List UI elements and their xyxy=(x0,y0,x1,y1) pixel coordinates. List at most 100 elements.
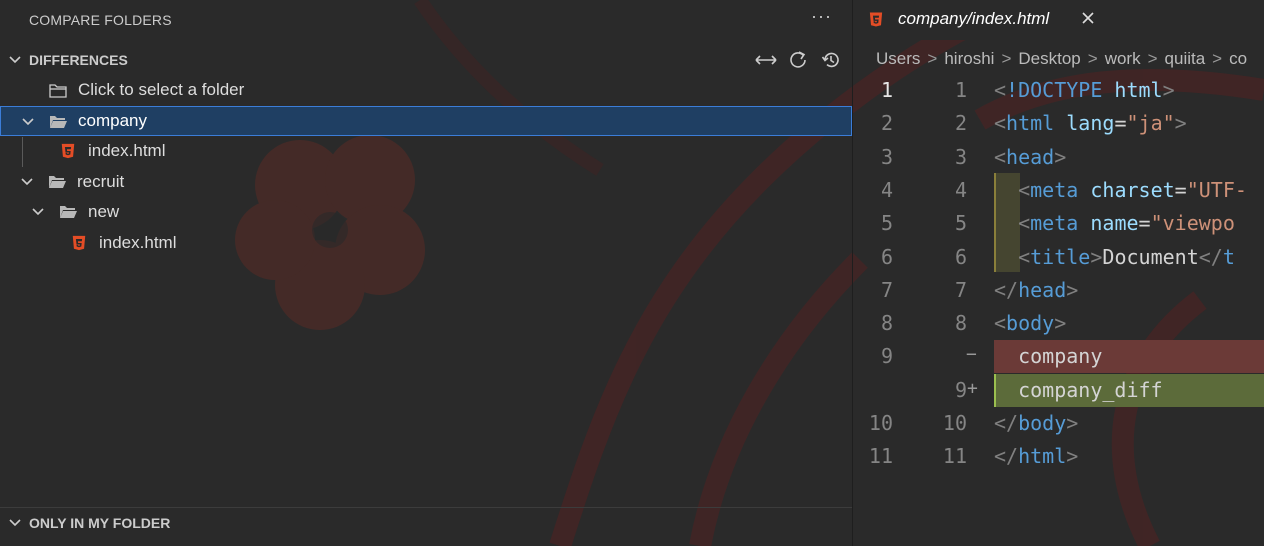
line-number-modified: 2 xyxy=(954,111,967,136)
refresh-icon[interactable] xyxy=(786,48,810,72)
added-line[interactable]: 9 + company_diff xyxy=(853,373,1264,407)
line-number-original: 9 xyxy=(880,344,893,369)
code-text: </html> xyxy=(994,444,1079,469)
breadcrumb-separator: > xyxy=(1212,49,1223,68)
breadcrumb-separator: > xyxy=(1147,49,1158,68)
tree-item-label: index.html xyxy=(99,233,177,252)
more-actions-icon[interactable]: ··· xyxy=(811,6,832,27)
code-line[interactable]: 8 8 <body> xyxy=(853,307,1264,340)
plus-icon: + xyxy=(967,377,978,399)
code-line[interactable]: 7 7 </head> xyxy=(853,274,1264,307)
breadcrumb-item[interactable]: co xyxy=(1229,49,1247,68)
breadcrumb: Users > hiroshi > Desktop > work > quiita > co xyxy=(876,49,1247,69)
tree-item-company-index-html[interactable]: index.html xyxy=(0,136,852,166)
differences-actions xyxy=(752,45,852,75)
chevron-down-icon xyxy=(9,519,21,527)
line-number-modified: 1 xyxy=(954,78,967,102)
tree-item-label: index.html xyxy=(88,141,166,160)
code-line[interactable]: 5 5 <meta name="viewpo xyxy=(853,207,1264,240)
line-number-modified: 11 xyxy=(942,444,967,469)
line-number-original: 2 xyxy=(880,111,893,136)
folder-select-icon xyxy=(49,84,67,98)
chevron-down-icon xyxy=(22,118,34,126)
code-text: <head> xyxy=(994,144,1067,169)
tree-item-company[interactable]: company xyxy=(0,106,852,136)
sidebar-title: COMPARE FOLDERS xyxy=(29,12,172,28)
code-text: <body> xyxy=(994,311,1067,336)
tree-item-new[interactable]: new xyxy=(0,197,852,227)
folder-open-icon xyxy=(60,206,77,218)
line-number-modified: 8 xyxy=(954,311,967,336)
editor-tab[interactable]: company/index.html xyxy=(853,0,1107,40)
sidebar-header: COMPARE FOLDERS ··· xyxy=(0,0,852,40)
line-number-original: 7 xyxy=(880,277,893,302)
differences-label: DIFFERENCES xyxy=(29,52,128,68)
code-text: company xyxy=(994,344,1103,369)
code-line[interactable]: 3 3 <head> xyxy=(853,141,1264,174)
breadcrumb-separator: > xyxy=(927,49,938,68)
line-number-original: 8 xyxy=(880,311,893,336)
html5-file-icon xyxy=(869,12,883,27)
code-text: <!DOCTYPE html> xyxy=(994,78,1175,102)
breadcrumb-item[interactable]: work xyxy=(1105,49,1141,68)
removed-line[interactable]: 9 − company xyxy=(853,340,1264,374)
breadcrumb-item[interactable]: hiroshi xyxy=(944,49,994,68)
line-number-modified: 3 xyxy=(954,144,967,169)
select-folder-label: Click to select a folder xyxy=(78,80,245,99)
folder-open-icon xyxy=(50,116,67,128)
code-text: </body> xyxy=(994,411,1079,435)
tree-item-new-index-html[interactable]: index.html xyxy=(0,228,852,258)
history-icon[interactable] xyxy=(819,48,843,72)
code-text: <meta name="viewpo xyxy=(1018,211,1235,236)
tree-item-label: new xyxy=(88,202,120,221)
breadcrumb-item[interactable]: Users xyxy=(876,49,920,68)
swap-icon[interactable] xyxy=(754,48,778,72)
line-number-modified: 4 xyxy=(954,177,967,202)
code-line[interactable]: 1 1 <!DOCTYPE html> xyxy=(853,74,1264,107)
folder-open-icon xyxy=(49,176,66,188)
compare-folders-sidebar: COMPARE FOLDERS ··· DIFFERENCES Click to… xyxy=(0,0,853,546)
code-line[interactable]: 2 2 <html lang="ja"> xyxy=(853,107,1264,140)
line-number-original: 3 xyxy=(880,144,893,169)
diff-editor: company/index.html Users > hiroshi > Desktop… xyxy=(853,0,1264,546)
close-icon[interactable] xyxy=(1080,10,1096,26)
breadcrumb-separator: > xyxy=(1001,49,1012,68)
code-line[interactable]: 4 4 <meta charset="UTF- xyxy=(853,174,1264,207)
differences-section-header[interactable]: DIFFERENCES xyxy=(0,45,852,75)
line-number-modified: 7 xyxy=(954,277,967,302)
code-text: </head> xyxy=(994,277,1079,302)
code-text: <meta charset="UTF- xyxy=(1018,177,1247,202)
code-line[interactable]: 6 6 <title>Document</t xyxy=(853,241,1264,274)
html5-file-icon xyxy=(61,143,75,159)
line-number-original: 6 xyxy=(880,244,893,269)
code-text: <title>Document</t xyxy=(1018,244,1235,269)
breadcrumb-item[interactable]: quiita xyxy=(1165,49,1206,68)
chevron-down-icon xyxy=(32,208,44,216)
only-in-my-folder-label: ONLY IN MY FOLDER xyxy=(29,515,171,531)
code-line[interactable]: 11 11 </html> xyxy=(853,440,1264,473)
code-text: <html lang="ja"> xyxy=(994,111,1187,136)
tab-title: company/index.html xyxy=(898,9,1050,28)
line-number-modified: 5 xyxy=(954,211,967,236)
line-number-original: 5 xyxy=(880,211,893,236)
html5-file-icon xyxy=(72,235,86,251)
breadcrumb-separator: > xyxy=(1087,49,1098,68)
code-text: company_diff xyxy=(994,377,1163,402)
tree-item-label: recruit xyxy=(77,172,125,191)
tree-item-label: company xyxy=(78,111,147,130)
only-in-my-folder-section-header[interactable]: ONLY IN MY FOLDER xyxy=(0,508,852,538)
line-number-original: 4 xyxy=(880,177,893,202)
code-line[interactable]: 10 10 </body> xyxy=(853,407,1264,440)
line-number-modified: 10 xyxy=(942,411,967,435)
line-number-original: 1 xyxy=(880,78,893,102)
minus-icon: − xyxy=(966,344,977,366)
breadcrumb-item[interactable]: Desktop xyxy=(1018,49,1080,68)
select-folder-row[interactable]: Click to select a folder xyxy=(0,75,852,105)
tree-item-recruit[interactable]: recruit xyxy=(0,167,852,197)
line-number-original: 11 xyxy=(868,444,893,469)
line-number-modified: 6 xyxy=(954,244,967,269)
chevron-down-icon xyxy=(9,56,21,64)
chevron-down-icon xyxy=(21,178,33,186)
line-number-modified: 9 xyxy=(954,377,967,402)
line-number-original: 10 xyxy=(868,411,893,435)
